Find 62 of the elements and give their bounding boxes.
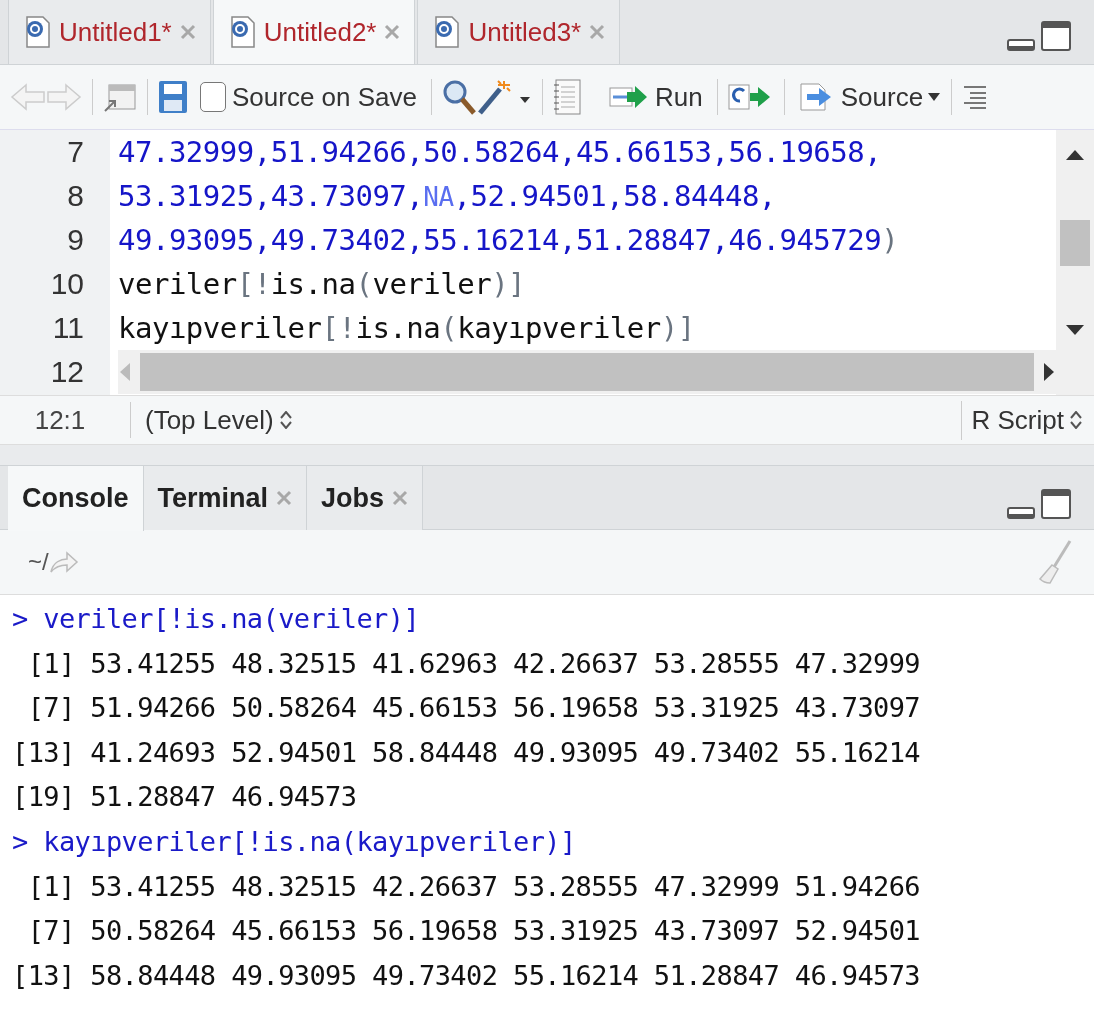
editor-tab[interactable]: Untitled1* — [8, 0, 211, 64]
horizontal-scrollbar[interactable] — [118, 350, 1056, 394]
editor-tab[interactable]: Untitled2* — [212, 0, 416, 64]
scroll-down-icon[interactable] — [1065, 323, 1085, 337]
magic-wand-icon[interactable] — [476, 79, 532, 115]
cursor-position: 12:1 — [33, 403, 87, 437]
file-type-dropdown[interactable]: R Script — [960, 400, 1086, 440]
vertical-scrollbar[interactable] — [1056, 130, 1094, 395]
line-number: 8 — [66, 178, 85, 214]
line-number: 11 — [51, 310, 85, 346]
code-line: kayıpveriler[!is.na(kayıpveriler)] — [117, 310, 696, 347]
r-file-icon — [23, 15, 51, 49]
editor-tab[interactable]: Untitled3* — [417, 0, 621, 64]
back-arrow-icon[interactable] — [10, 82, 46, 112]
console-command: > kayıpveriler[!is.na(kayıpveriler)] — [12, 824, 577, 859]
line-number: 12 — [49, 354, 85, 390]
close-icon[interactable] — [179, 24, 196, 40]
run-button[interactable]: Run — [605, 77, 707, 117]
console-output: [7] 51.94266 50.58264 45.66153 56.19658 53.31925 43.73097 — [26, 691, 921, 726]
line-number: 7 — [66, 134, 85, 170]
console-tab[interactable]: Console — [8, 466, 144, 531]
window-controls-icon[interactable] — [1006, 486, 1072, 520]
window-arrow-icon[interactable] — [103, 81, 137, 113]
updown-icon — [279, 411, 292, 429]
console-tab[interactable]: Jobs — [307, 466, 424, 530]
notebook-icon[interactable] — [553, 79, 581, 115]
scrollbar-thumb[interactable] — [1060, 219, 1090, 266]
console-output: [13] 41.24693 52.94501 58.84448 49.93095 49.73402 55.16214 — [12, 735, 921, 770]
scope-dropdown[interactable]: (Top Level) — [141, 400, 296, 440]
console-output: [13] 58.84448 49.93095 49.73402 55.16214 51.28847 46.94573 — [12, 958, 921, 993]
run-arrow-icon — [609, 84, 649, 110]
line-number: 9 — [66, 222, 85, 258]
console-tab[interactable]: Terminal — [143, 466, 308, 530]
caret-icon[interactable] — [927, 92, 942, 102]
window-controls-icon[interactable] — [1006, 18, 1072, 52]
code-line: 49.93095,49.73402,55.16214,51.28847,46.945729) — [117, 222, 900, 259]
source-on-save-checkbox[interactable]: Source on Save — [196, 77, 421, 117]
close-icon[interactable] — [384, 24, 401, 40]
console-output: [1] 53.41255 48.32515 41.62963 42.26637 53.28555 47.32999 — [26, 646, 921, 681]
code-line: 47.32999,51.94266,50.58264,45.66153,56.19658, — [117, 134, 883, 171]
source-button[interactable]: Source — [794, 77, 928, 117]
line-number: 10 — [49, 266, 85, 302]
scroll-left-icon[interactable] — [118, 362, 132, 382]
working-directory: ~/ — [28, 547, 49, 577]
console-output: [1] 53.41255 48.32515 42.26637 53.28555 47.32999 51.94266 — [26, 869, 921, 904]
close-icon[interactable] — [276, 490, 293, 506]
search-icon[interactable] — [442, 79, 476, 115]
r-file-icon — [432, 15, 461, 49]
code-line: veriler[!is.na(veriler)] — [117, 266, 527, 303]
share-arrow-icon[interactable] — [48, 550, 79, 574]
code-line: 53.31925,43.73097,NA,52.94501,58.84448, — [117, 178, 777, 215]
console-output: [7] 50.58264 45.66153 56.19658 53.31925 43.73097 52.94501 — [26, 914, 921, 949]
close-icon[interactable] — [392, 490, 409, 506]
updown-icon — [1070, 411, 1082, 429]
outline-icon[interactable] — [962, 84, 989, 110]
save-icon[interactable] — [158, 80, 188, 114]
broom-icon[interactable] — [1038, 539, 1072, 585]
scroll-up-icon[interactable] — [1065, 148, 1085, 162]
console-command: > veriler[!is.na(veriler)] — [12, 602, 421, 636]
close-icon[interactable] — [589, 24, 606, 40]
console-output: [19] 51.28847 46.94573 — [12, 780, 358, 815]
forward-arrow-icon[interactable] — [46, 82, 82, 112]
